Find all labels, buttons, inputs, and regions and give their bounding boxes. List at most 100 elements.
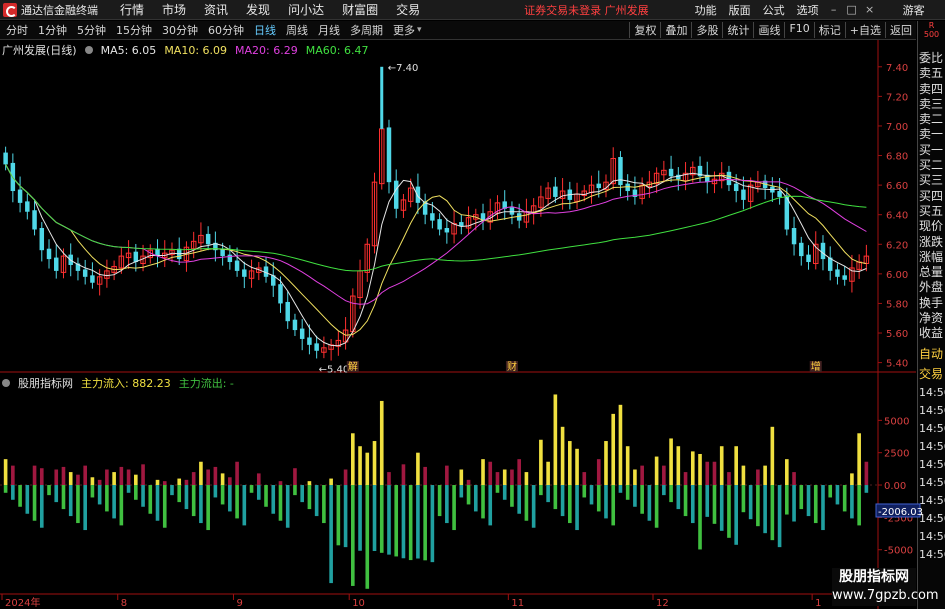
inflow-bar: [727, 472, 731, 486]
outflow-bar: [379, 485, 384, 553]
inflow-bar: [546, 461, 550, 486]
inflow-bar: [3, 459, 8, 486]
price-tick-label: 5.40: [886, 359, 908, 370]
indicator-tick-label: 2500: [884, 449, 909, 460]
candle-body: [444, 228, 450, 233]
outflow-bar: [351, 485, 355, 586]
candle-body: [668, 168, 674, 177]
outflow-bar: [372, 485, 377, 552]
outflow-bar: [134, 485, 138, 500]
inflow-bar: [358, 446, 362, 486]
inflow-bar: [343, 469, 348, 486]
inflow-bar: [611, 413, 616, 486]
outflow-bar: [3, 485, 8, 493]
inflow-bar: [54, 469, 59, 486]
inflow-bar: [539, 439, 543, 486]
outflow-bar: [676, 485, 681, 510]
outflow-bar: [560, 485, 565, 517]
outflow-bar: [271, 485, 276, 514]
price-tick-label: 5.80: [886, 299, 908, 310]
inflow-bar: [83, 465, 87, 486]
inflow-bar: [466, 479, 471, 486]
outflow-bar: [336, 485, 341, 546]
outflow-bar: [61, 485, 66, 510]
inflow-bar: [618, 404, 623, 486]
outflow-bar: [495, 485, 500, 493]
candle-body: [618, 157, 623, 186]
x-tick-label: 11: [511, 598, 524, 609]
candle-body: [393, 180, 399, 209]
watermark-url: www.7gpzb.com: [832, 588, 939, 603]
outflow-bar: [705, 485, 710, 517]
outflow-bar: [756, 485, 760, 527]
outflow-bar: [322, 485, 326, 524]
inflow-bar: [191, 472, 196, 486]
x-tick-label: 12: [656, 598, 669, 609]
inflow-bar: [177, 478, 182, 486]
inflow-bar: [575, 448, 579, 486]
high-marker: ←7.40: [388, 63, 419, 74]
inflow-bar: [11, 465, 15, 486]
outflow-bar: [155, 485, 160, 521]
outflow-bar: [596, 485, 601, 512]
watermark-title: 股朋指标网: [839, 569, 909, 585]
outflow-bar: [799, 485, 804, 510]
price-tick-label: 7.20: [886, 92, 908, 103]
outflow-bar: [68, 485, 73, 517]
x-tick-label: 9: [236, 598, 242, 609]
outflow-bar: [654, 485, 659, 528]
price-tick-label: 7.40: [886, 63, 908, 74]
inflow-bar: [553, 394, 558, 486]
outflow-bar: [821, 485, 825, 531]
candle-body: [39, 228, 45, 251]
inflow-bar: [213, 466, 218, 486]
candle-body: [299, 328, 305, 339]
outflow-bar: [488, 485, 493, 526]
candle-body: [234, 260, 240, 271]
outflow-bar: [640, 485, 644, 514]
inflow-bar: [372, 441, 377, 486]
outflow-bar: [329, 485, 333, 584]
outflow-bar: [235, 485, 239, 519]
inflow-bar: [568, 441, 572, 486]
outflow-bar: [423, 485, 427, 561]
outflow-bar: [502, 485, 507, 500]
outflow-bar: [857, 485, 861, 526]
indicator-tick-label: 0.00: [884, 481, 906, 492]
candle-body: [82, 269, 88, 277]
outflow-bar: [401, 485, 406, 559]
chart-canvas[interactable]: ←7.40 ←5.40解 财 增 7.40 7.20 7.00 6.80 6.60 6.40 6.…: [0, 0, 945, 609]
inflow-bar: [401, 464, 406, 486]
outflow-bar: [264, 485, 268, 507]
outflow-bar: [748, 485, 753, 520]
outflow-bar: [228, 485, 232, 512]
outflow-bar: [539, 485, 543, 496]
outflow-bar: [97, 485, 102, 505]
indicator-tick-label: -5000: [884, 546, 913, 557]
outflow-bar: [662, 485, 666, 496]
price-tick-label: 6.80: [886, 152, 908, 163]
inflow-bar: [662, 465, 666, 486]
inflow-bar: [228, 477, 232, 486]
outflow-bar: [416, 485, 420, 559]
x-tick-label: 8: [121, 598, 127, 609]
outflow-bar: [481, 485, 485, 519]
outflow-bar: [32, 485, 37, 521]
inflow-bar: [134, 474, 138, 486]
outflow-bar: [864, 485, 869, 493]
candle-body: [17, 189, 23, 203]
inflow-bar: [763, 465, 767, 486]
outflow-bar: [734, 485, 738, 545]
candle-body: [133, 251, 139, 263]
price-tick-label: 5.60: [886, 329, 908, 340]
outflow-bar: [546, 485, 550, 503]
outflow-bar: [604, 485, 608, 519]
inflow-bar: [155, 479, 160, 486]
inflow-bar: [199, 461, 203, 486]
outflow-bar: [647, 485, 652, 521]
outflow-bar: [199, 485, 203, 524]
outflow-bar: [683, 485, 688, 517]
price-tick-label: 6.20: [886, 240, 908, 251]
outflow-bar: [105, 485, 109, 512]
outflow-bar: [307, 485, 312, 510]
